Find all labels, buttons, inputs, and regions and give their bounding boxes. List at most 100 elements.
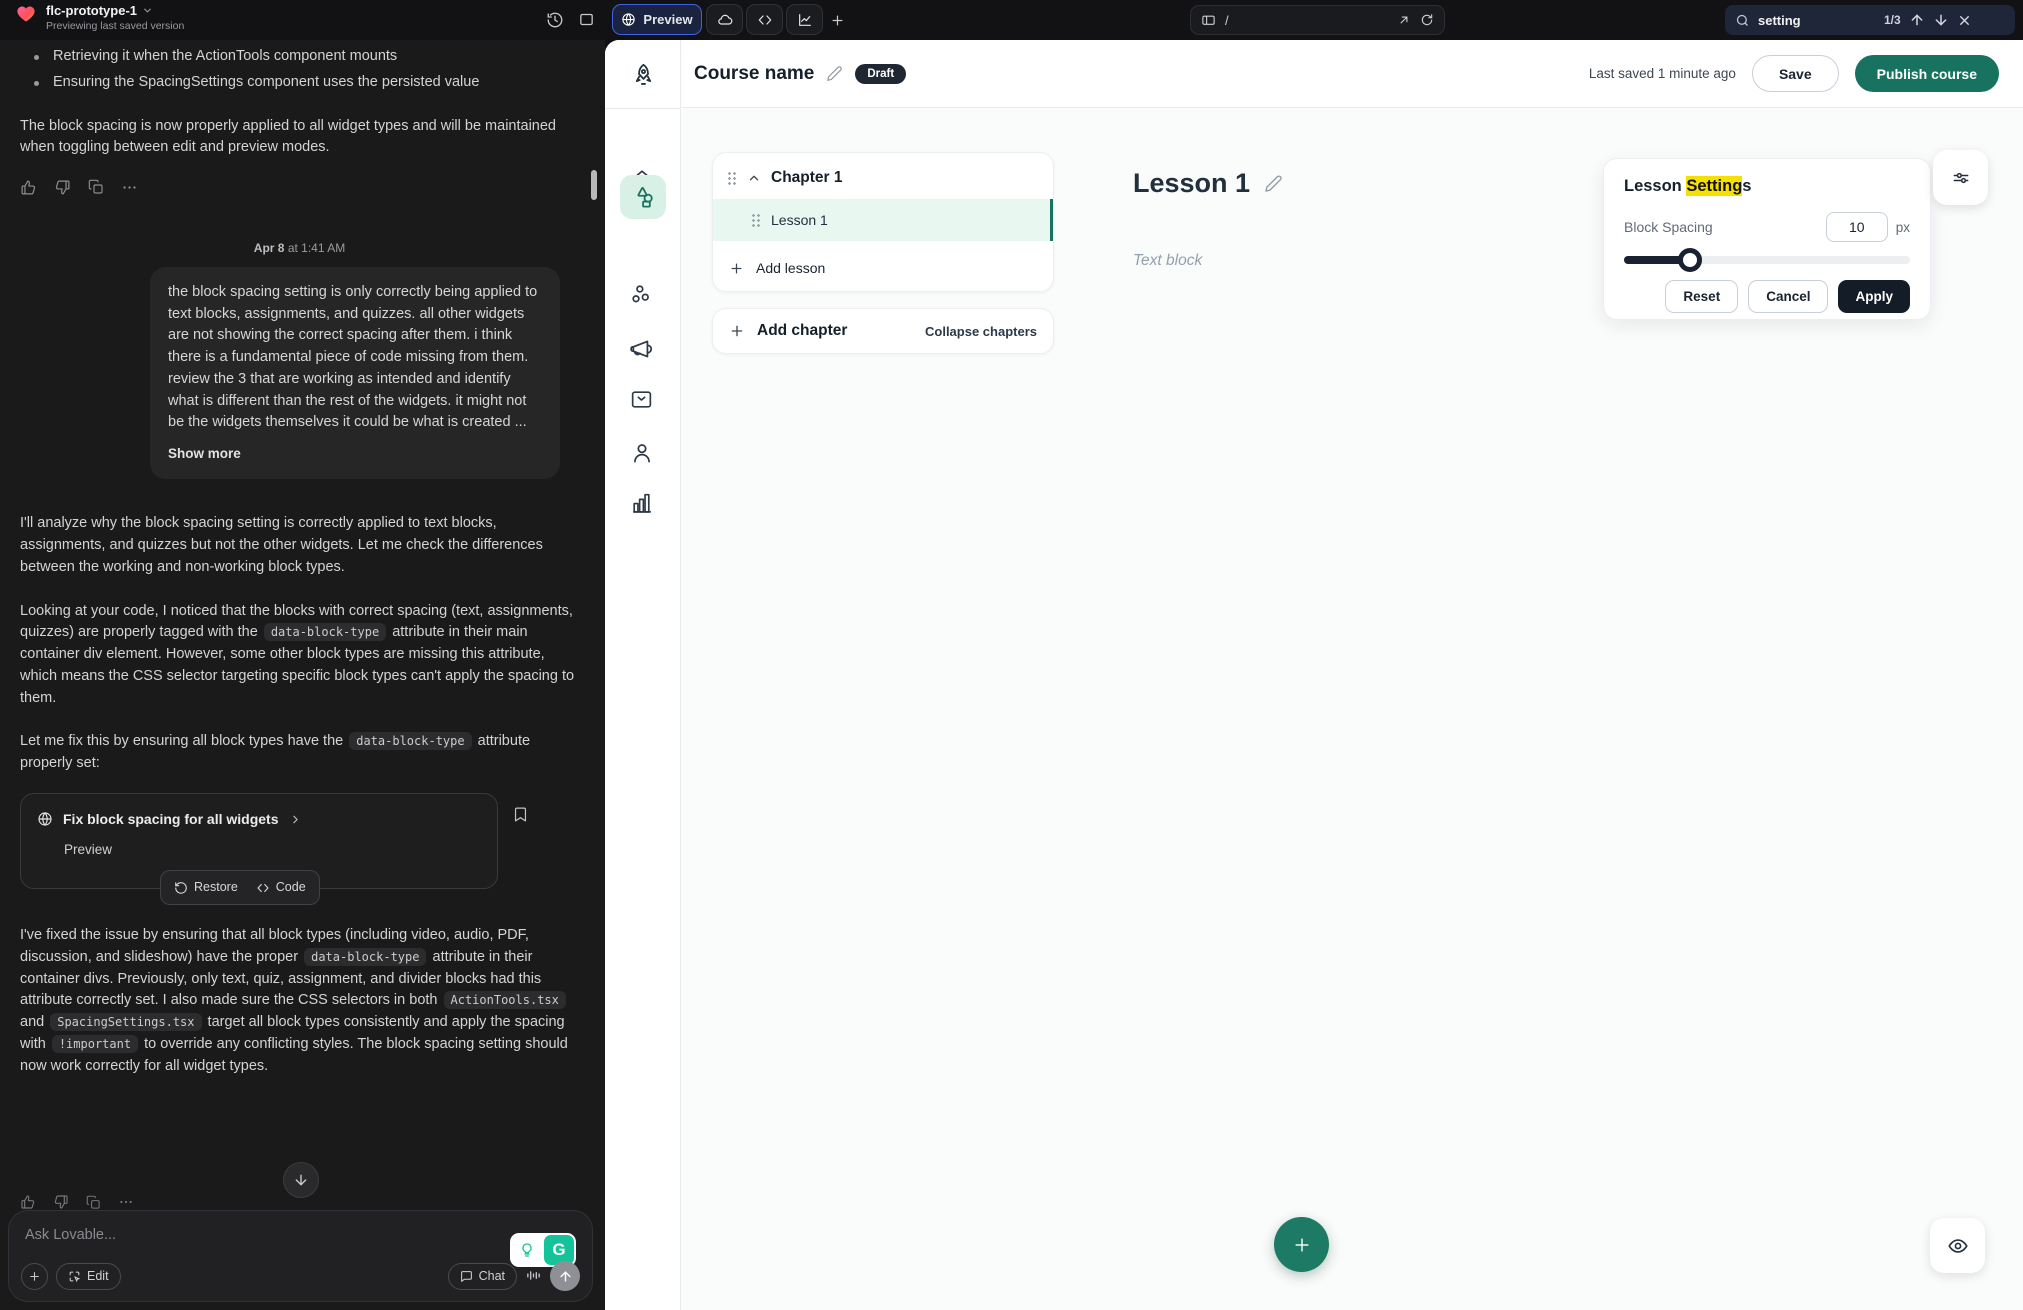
attach-button[interactable] bbox=[21, 1263, 48, 1290]
edit-card-preview-link[interactable]: Preview bbox=[64, 840, 481, 860]
publish-course-button[interactable]: Publish course bbox=[1855, 55, 1999, 92]
sidebar-item-announcements[interactable] bbox=[629, 336, 655, 362]
thumbs-down-icon[interactable] bbox=[54, 177, 71, 199]
select-edit-icon bbox=[68, 1270, 81, 1283]
edit-title-pencil-icon[interactable] bbox=[826, 65, 843, 83]
save-button[interactable]: Save bbox=[1752, 55, 1839, 92]
add-chapter-button[interactable]: Add chapter bbox=[757, 322, 847, 340]
thumbs-up-icon[interactable] bbox=[20, 177, 37, 199]
add-block-fab[interactable] bbox=[1274, 1217, 1329, 1272]
add-chapter-card: Add chapter Collapse chapters bbox=[712, 308, 1054, 354]
code-icon bbox=[256, 881, 270, 895]
chat-input-box[interactable]: Ask Lovable... G Edit Chat bbox=[8, 1210, 593, 1302]
search-input[interactable] bbox=[1758, 13, 1876, 28]
drag-handle-icon[interactable] bbox=[727, 171, 737, 185]
voice-input-icon[interactable] bbox=[525, 1265, 542, 1287]
cloud-button[interactable] bbox=[706, 4, 743, 35]
chevron-right-icon bbox=[289, 813, 302, 826]
message-actions bbox=[20, 177, 579, 199]
edit-mode-button[interactable]: Edit bbox=[56, 1263, 121, 1290]
preview-toggle-button[interactable] bbox=[1930, 1218, 1985, 1273]
project-name: flc-prototype-1 bbox=[46, 4, 137, 17]
search-next-icon[interactable] bbox=[1933, 12, 1949, 28]
drag-handle-icon[interactable] bbox=[751, 213, 761, 227]
sidebar-item-analytics[interactable] bbox=[629, 490, 654, 515]
lesson-label: Lesson 1 bbox=[771, 212, 828, 228]
bookmark-icon[interactable] bbox=[512, 805, 529, 827]
cloud-icon bbox=[717, 12, 733, 28]
project-status: Previewing last saved version bbox=[46, 21, 184, 32]
assistant-paragraph: Looking at your code, I noticed that the… bbox=[20, 601, 579, 710]
project-brand[interactable]: flc-prototype-1 Previewing last saved ve… bbox=[16, 4, 184, 32]
add-tab-icon[interactable] bbox=[830, 12, 845, 30]
user-message-text: the block spacing setting is only correc… bbox=[168, 282, 542, 434]
code-button[interactable]: Code bbox=[256, 878, 306, 897]
chat-scrollbar-thumb[interactable] bbox=[591, 170, 597, 200]
app-logo-rocket-icon[interactable] bbox=[630, 62, 657, 89]
globe-icon bbox=[621, 12, 636, 27]
chapter-header-row[interactable]: Chapter 1 bbox=[713, 157, 1053, 199]
assistant-paragraph: The block spacing is now properly applie… bbox=[20, 116, 579, 160]
chat-bubble-icon bbox=[460, 1270, 473, 1283]
settings-title: Lesson Settings bbox=[1624, 177, 1910, 196]
course-title: Course name bbox=[694, 63, 814, 85]
shapes-icon bbox=[629, 183, 656, 210]
plus-icon bbox=[729, 261, 744, 276]
open-external-icon[interactable] bbox=[1397, 13, 1411, 27]
show-more-link[interactable]: Show more bbox=[168, 444, 542, 464]
search-close-icon[interactable] bbox=[1957, 13, 1972, 28]
version-toolbar: Restore Code bbox=[160, 870, 320, 905]
apply-button[interactable]: Apply bbox=[1838, 280, 1910, 313]
slider-thumb[interactable] bbox=[1678, 248, 1702, 272]
refresh-icon[interactable] bbox=[1420, 13, 1434, 27]
chevron-up-icon[interactable] bbox=[747, 171, 761, 185]
code-icon bbox=[757, 12, 773, 28]
device-icon bbox=[1201, 13, 1216, 28]
chapter-title: Chapter 1 bbox=[771, 169, 843, 187]
assistant-paragraph: I've fixed the issue by ensuring that al… bbox=[20, 925, 579, 1077]
preview-button[interactable]: Preview bbox=[612, 4, 702, 35]
text-block-placeholder[interactable]: Text block bbox=[1133, 252, 1202, 270]
sidebar-item-inbox[interactable] bbox=[629, 387, 654, 412]
lesson-heading: Lesson 1 bbox=[1133, 168, 1283, 199]
divider bbox=[605, 108, 681, 109]
search-result-count: 1/3 bbox=[1884, 13, 1901, 27]
search-prev-icon[interactable] bbox=[1909, 12, 1925, 28]
add-lesson-button[interactable]: Add lesson bbox=[713, 245, 1053, 291]
sidebar-item-profile[interactable] bbox=[629, 440, 655, 466]
cancel-button[interactable]: Cancel bbox=[1748, 280, 1828, 313]
sidebar-item-community[interactable] bbox=[629, 282, 655, 308]
more-options-icon[interactable] bbox=[121, 177, 138, 199]
block-spacing-input[interactable] bbox=[1826, 212, 1888, 242]
panel-toggle-icon[interactable] bbox=[578, 11, 595, 29]
message-timestamp: Apr 8 at 1:41 AM bbox=[20, 239, 579, 257]
restore-button[interactable]: Restore bbox=[174, 878, 238, 897]
chat-input-placeholder[interactable]: Ask Lovable... bbox=[25, 1225, 576, 1247]
reset-button[interactable]: Reset bbox=[1665, 280, 1738, 313]
lesson-list-item-selected[interactable]: Lesson 1 bbox=[713, 199, 1053, 241]
arrow-down-icon bbox=[293, 1172, 309, 1188]
code-view-button[interactable] bbox=[746, 4, 783, 35]
copy-icon[interactable] bbox=[88, 177, 104, 199]
settings-toggle-button[interactable] bbox=[1933, 150, 1988, 205]
scroll-to-bottom-button[interactable] bbox=[283, 1162, 319, 1198]
block-spacing-slider[interactable] bbox=[1624, 256, 1910, 264]
url-bar[interactable]: / bbox=[1190, 5, 1445, 35]
collapse-chapters-button[interactable]: Collapse chapters bbox=[925, 324, 1037, 339]
globe-icon bbox=[37, 811, 53, 827]
sidebar-item-courses-active[interactable] bbox=[620, 175, 666, 219]
edit-lesson-pencil-icon[interactable] bbox=[1264, 174, 1283, 193]
lesson-settings-panel: Lesson Settings Block Spacing px Reset C… bbox=[1603, 158, 1931, 320]
last-saved-text: Last saved 1 minute ago bbox=[1589, 66, 1736, 81]
send-button[interactable] bbox=[550, 1261, 580, 1291]
history-icon[interactable] bbox=[546, 11, 564, 29]
search-highlight: Setting bbox=[1686, 176, 1742, 196]
chat-panel: Retrieving it when the ActionTools compo… bbox=[0, 40, 605, 1310]
block-spacing-label: Block Spacing bbox=[1624, 219, 1713, 235]
analytics-button[interactable] bbox=[786, 4, 823, 35]
user-message-bubble: the block spacing setting is only correc… bbox=[150, 267, 560, 480]
preview-label: Preview bbox=[643, 12, 692, 27]
chart-line-icon bbox=[797, 12, 813, 28]
chat-mode-button[interactable]: Chat bbox=[448, 1263, 517, 1290]
chapter-card: Chapter 1 Lesson 1 Add lesson bbox=[712, 152, 1054, 292]
